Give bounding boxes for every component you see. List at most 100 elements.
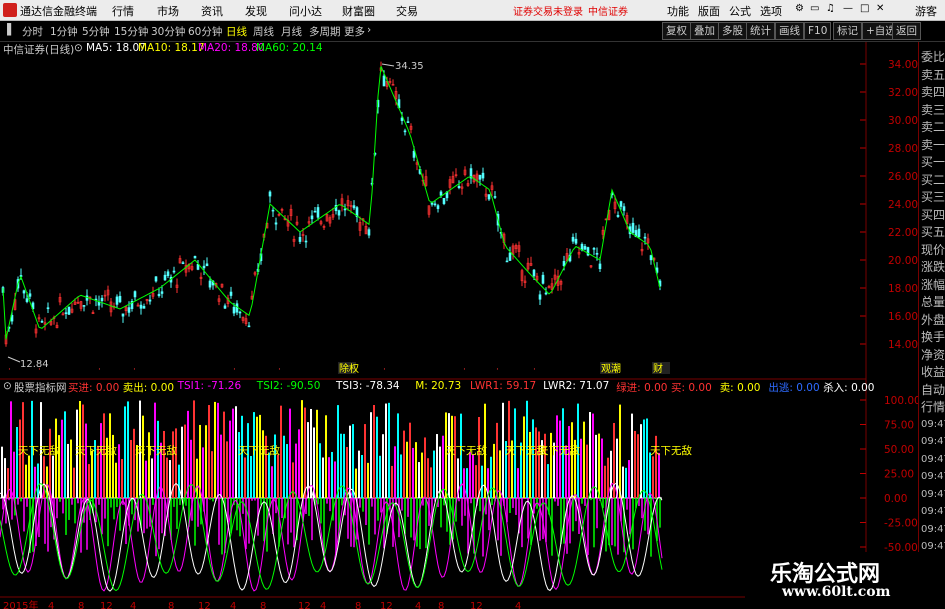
candle-body: [193, 255, 197, 259]
f10-button[interactable]: F10: [804, 22, 832, 40]
maximize-icon[interactable]: □: [860, 3, 869, 14]
login-warning[interactable]: 证券交易未登录: [513, 3, 583, 18]
candle-body: [592, 248, 596, 250]
mark-button[interactable]: 标记: [833, 22, 862, 40]
event-dot: ·: [98, 365, 101, 375]
candle-body: [25, 298, 29, 302]
event-dot: ·: [278, 365, 281, 375]
chart-area[interactable]: 34.00 32.00 30.00 28.00 26.00 24.00 22.00 20.00…: [0, 42, 918, 609]
app-logo-icon: [3, 3, 17, 17]
candle-body: [505, 260, 509, 263]
indicator-signal-label: 天下无敌: [75, 444, 117, 457]
period-multi[interactable]: 多周期: [309, 24, 341, 39]
candle-body: [166, 271, 170, 276]
settings-icon[interactable]: ⚙: [795, 3, 804, 14]
bell-icon[interactable]: ♫: [826, 3, 835, 14]
candle-body: [205, 263, 209, 267]
side-panel-item: 换手: [921, 330, 945, 344]
menu-trade[interactable]: 交易: [396, 3, 418, 19]
period-tick[interactable]: 分时: [22, 24, 43, 39]
price-tick-label: 20.00: [888, 255, 918, 267]
indicator-signal-label: 天下无敌: [238, 444, 280, 457]
minimize-icon[interactable]: —: [843, 3, 853, 14]
period-more[interactable]: 更多: [344, 24, 365, 39]
candle-body: [208, 280, 212, 288]
guest-label[interactable]: 游客: [915, 3, 937, 19]
period-weekly[interactable]: 周线: [253, 24, 274, 39]
multi-stock-button[interactable]: 多股: [718, 22, 747, 40]
period-monthly[interactable]: 月线: [281, 24, 302, 39]
menu-wealth[interactable]: 财富圈: [342, 3, 375, 19]
candle-body: [268, 191, 272, 197]
statistics-button[interactable]: 统计: [746, 22, 775, 40]
candle-body: [352, 205, 356, 209]
menu-market[interactable]: 市场: [157, 3, 179, 19]
draw-line-button[interactable]: 画线: [775, 22, 804, 40]
menu-layout[interactable]: 版面: [698, 3, 720, 19]
side-panel-item: 净资: [921, 347, 945, 362]
menu-function[interactable]: 功能: [667, 3, 689, 19]
price-tick-label: 30.00: [888, 115, 918, 127]
menu-formula[interactable]: 公式: [729, 3, 751, 19]
indicator-item: 出逃: 0.00: [768, 382, 820, 394]
candle-body: [541, 274, 545, 284]
period-15min[interactable]: 15分钟: [114, 24, 148, 39]
period-30min[interactable]: 30分钟: [151, 24, 185, 39]
adjust-button[interactable]: 复权: [662, 22, 691, 40]
indicator-tick-label: 100.00: [884, 395, 918, 407]
back-button[interactable]: 返回: [892, 22, 921, 40]
period-1min[interactable]: 1分钟: [50, 24, 78, 39]
side-panel-item: 09:47: [921, 418, 945, 430]
menu-discover[interactable]: 发现: [245, 3, 267, 19]
menu-quotes[interactable]: 行情: [112, 3, 134, 19]
menu-news[interactable]: 资讯: [201, 3, 223, 19]
candle-body: [637, 228, 641, 238]
close-icon[interactable]: ✕: [876, 3, 884, 14]
candle-body: [643, 236, 647, 239]
monitor-icon[interactable]: ▭: [810, 3, 819, 14]
period-5min[interactable]: 5分钟: [82, 24, 110, 39]
side-panel-item: 行情: [921, 400, 945, 414]
side-panel-item: 09:47: [921, 488, 945, 500]
candle-body: [247, 325, 251, 328]
more-chevron-icon[interactable]: ›: [367, 24, 371, 36]
price-tick-label: 32.00: [888, 87, 918, 99]
candle-body: [304, 240, 308, 243]
indicator-menu-icon[interactable]: ⊙: [3, 380, 12, 392]
side-panel-item: 买二: [921, 172, 945, 187]
time-tick-label: 4: [415, 601, 421, 609]
side-panel-item: 09:47: [921, 506, 945, 517]
candle-body: [337, 210, 341, 216]
time-tick-label: 4: [230, 601, 236, 609]
period-60min[interactable]: 60分钟: [188, 24, 222, 39]
candle-body: [139, 304, 143, 309]
indicator-item: LWR1: 59.17: [470, 380, 537, 392]
candle-body: [67, 306, 71, 315]
event-dot: ·: [8, 365, 11, 375]
price-tick-label: 26.00: [888, 171, 918, 183]
indicator-name[interactable]: 股票指标网: [14, 380, 67, 395]
overlay-button[interactable]: 叠加: [690, 22, 719, 40]
candle-body: [433, 203, 437, 206]
candle-body: [163, 274, 167, 281]
low-price-label: 12.84: [20, 359, 49, 370]
time-tick-label: 4: [48, 601, 54, 609]
indicator-tick-label: 25.00: [884, 469, 914, 481]
candle-body: [274, 222, 278, 225]
indicator-signal-label: 天下无敌: [18, 444, 60, 457]
price-tick-label: 24.00: [888, 199, 918, 211]
period-daily[interactable]: 日线: [226, 24, 247, 39]
menu-ask[interactable]: 问小达: [289, 3, 322, 19]
broker-name[interactable]: 中信证券: [588, 3, 628, 18]
side-panel-item: 自动: [921, 382, 945, 397]
candle-body: [532, 269, 536, 277]
price-tick-label: 28.00: [888, 143, 918, 155]
candle-body: [436, 205, 440, 209]
toolbar-menu-icon[interactable]: ▐: [3, 24, 11, 36]
event-dot: ·: [133, 365, 136, 375]
candle-body: [649, 255, 653, 261]
menu-options[interactable]: 选项: [760, 3, 782, 19]
price-tick-label: 22.00: [888, 227, 918, 239]
candle-body: [46, 307, 50, 310]
indicator-item: 买: 0.00: [671, 382, 712, 394]
